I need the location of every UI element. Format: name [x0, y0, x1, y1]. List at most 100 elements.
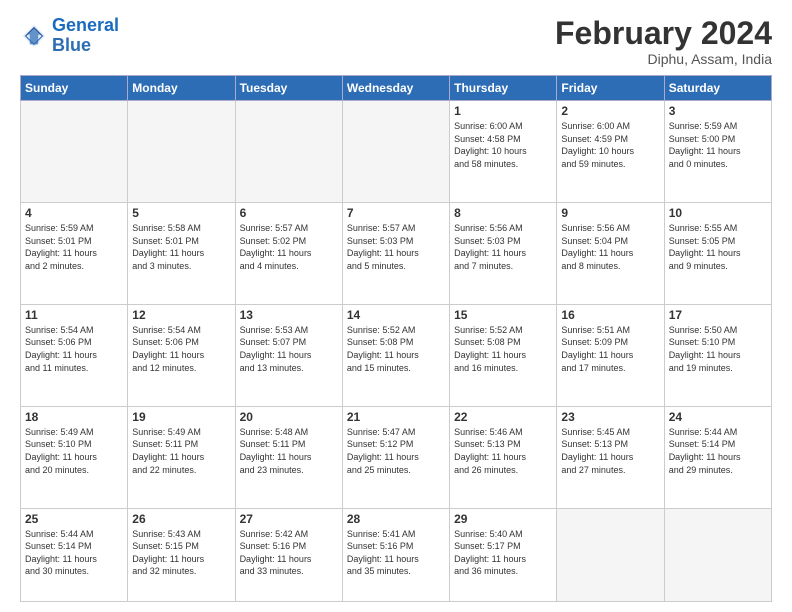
day-number: 29 [454, 512, 552, 526]
day-info: Sunrise: 5:56 AM Sunset: 5:03 PM Dayligh… [454, 222, 552, 272]
calendar-cell [235, 101, 342, 203]
calendar-cell: 18 Sunrise: 5:49 AM Sunset: 5:10 PM Dayli… [21, 406, 128, 508]
day-info: Sunrise: 5:54 AM Sunset: 5:06 PM Dayligh… [25, 324, 123, 374]
day-number: 10 [669, 206, 767, 220]
header: General Blue February 2024 Diphu, Assam,… [20, 16, 772, 67]
calendar-cell: 12 Sunrise: 5:54 AM Sunset: 5:06 PM Dayli… [128, 304, 235, 406]
day-info: Sunrise: 5:42 AM Sunset: 5:16 PM Dayligh… [240, 528, 338, 578]
day-info: Sunrise: 6:00 AM Sunset: 4:59 PM Dayligh… [561, 120, 659, 170]
calendar-cell [342, 101, 449, 203]
day-number: 20 [240, 410, 338, 424]
day-info: Sunrise: 5:50 AM Sunset: 5:10 PM Dayligh… [669, 324, 767, 374]
calendar-header-tuesday: Tuesday [235, 76, 342, 101]
day-number: 7 [347, 206, 445, 220]
calendar-header-row: SundayMondayTuesdayWednesdayThursdayFrid… [21, 76, 772, 101]
calendar-cell: 23 Sunrise: 5:45 AM Sunset: 5:13 PM Dayli… [557, 406, 664, 508]
day-number: 28 [347, 512, 445, 526]
calendar-cell: 21 Sunrise: 5:47 AM Sunset: 5:12 PM Dayli… [342, 406, 449, 508]
calendar-cell: 25 Sunrise: 5:44 AM Sunset: 5:14 PM Dayli… [21, 508, 128, 601]
day-number: 25 [25, 512, 123, 526]
day-info: Sunrise: 5:52 AM Sunset: 5:08 PM Dayligh… [454, 324, 552, 374]
logo: General Blue [20, 16, 119, 56]
logo-icon [20, 22, 48, 50]
calendar-cell: 16 Sunrise: 5:51 AM Sunset: 5:09 PM Dayli… [557, 304, 664, 406]
day-info: Sunrise: 5:48 AM Sunset: 5:11 PM Dayligh… [240, 426, 338, 476]
day-info: Sunrise: 5:40 AM Sunset: 5:17 PM Dayligh… [454, 528, 552, 578]
day-info: Sunrise: 5:57 AM Sunset: 5:03 PM Dayligh… [347, 222, 445, 272]
calendar: SundayMondayTuesdayWednesdayThursdayFrid… [20, 75, 772, 602]
calendar-cell: 5 Sunrise: 5:58 AM Sunset: 5:01 PM Daylig… [128, 203, 235, 305]
calendar-header-wednesday: Wednesday [342, 76, 449, 101]
calendar-cell: 6 Sunrise: 5:57 AM Sunset: 5:02 PM Daylig… [235, 203, 342, 305]
calendar-cell [21, 101, 128, 203]
calendar-cell: 8 Sunrise: 5:56 AM Sunset: 5:03 PM Daylig… [450, 203, 557, 305]
day-number: 8 [454, 206, 552, 220]
calendar-cell: 15 Sunrise: 5:52 AM Sunset: 5:08 PM Dayli… [450, 304, 557, 406]
calendar-cell: 28 Sunrise: 5:41 AM Sunset: 5:16 PM Dayli… [342, 508, 449, 601]
day-number: 2 [561, 104, 659, 118]
calendar-cell: 26 Sunrise: 5:43 AM Sunset: 5:15 PM Dayli… [128, 508, 235, 601]
day-info: Sunrise: 5:57 AM Sunset: 5:02 PM Dayligh… [240, 222, 338, 272]
day-number: 17 [669, 308, 767, 322]
day-number: 9 [561, 206, 659, 220]
day-info: Sunrise: 5:44 AM Sunset: 5:14 PM Dayligh… [669, 426, 767, 476]
day-number: 27 [240, 512, 338, 526]
calendar-cell [128, 101, 235, 203]
day-number: 21 [347, 410, 445, 424]
logo-general: General [52, 15, 119, 35]
day-number: 5 [132, 206, 230, 220]
calendar-header-sunday: Sunday [21, 76, 128, 101]
calendar-header-thursday: Thursday [450, 76, 557, 101]
calendar-cell: 3 Sunrise: 5:59 AM Sunset: 5:00 PM Daylig… [664, 101, 771, 203]
day-number: 14 [347, 308, 445, 322]
day-info: Sunrise: 5:47 AM Sunset: 5:12 PM Dayligh… [347, 426, 445, 476]
calendar-cell: 20 Sunrise: 5:48 AM Sunset: 5:11 PM Dayli… [235, 406, 342, 508]
calendar-cell: 9 Sunrise: 5:56 AM Sunset: 5:04 PM Daylig… [557, 203, 664, 305]
day-number: 13 [240, 308, 338, 322]
day-info: Sunrise: 5:53 AM Sunset: 5:07 PM Dayligh… [240, 324, 338, 374]
day-info: Sunrise: 5:54 AM Sunset: 5:06 PM Dayligh… [132, 324, 230, 374]
day-number: 12 [132, 308, 230, 322]
calendar-cell: 29 Sunrise: 5:40 AM Sunset: 5:17 PM Dayli… [450, 508, 557, 601]
day-info: Sunrise: 5:56 AM Sunset: 5:04 PM Dayligh… [561, 222, 659, 272]
calendar-cell: 19 Sunrise: 5:49 AM Sunset: 5:11 PM Dayli… [128, 406, 235, 508]
day-info: Sunrise: 5:55 AM Sunset: 5:05 PM Dayligh… [669, 222, 767, 272]
calendar-cell: 11 Sunrise: 5:54 AM Sunset: 5:06 PM Dayli… [21, 304, 128, 406]
day-info: Sunrise: 5:44 AM Sunset: 5:14 PM Dayligh… [25, 528, 123, 578]
calendar-cell [557, 508, 664, 601]
calendar-cell: 10 Sunrise: 5:55 AM Sunset: 5:05 PM Dayli… [664, 203, 771, 305]
logo-blue-text: Blue [52, 35, 91, 55]
day-number: 23 [561, 410, 659, 424]
calendar-header-monday: Monday [128, 76, 235, 101]
calendar-cell: 22Sunrise: 5:46 AM Sunset: 5:13 PM Dayli… [450, 406, 557, 508]
day-number: 4 [25, 206, 123, 220]
day-info: Sunrise: 5:41 AM Sunset: 5:16 PM Dayligh… [347, 528, 445, 578]
day-info: Sunrise: 5:49 AM Sunset: 5:11 PM Dayligh… [132, 426, 230, 476]
day-info: Sunrise: 5:59 AM Sunset: 5:01 PM Dayligh… [25, 222, 123, 272]
calendar-cell: 13 Sunrise: 5:53 AM Sunset: 5:07 PM Dayli… [235, 304, 342, 406]
day-number: 22 [454, 410, 552, 424]
day-info: Sunrise: 5:52 AM Sunset: 5:08 PM Dayligh… [347, 324, 445, 374]
day-number: 15 [454, 308, 552, 322]
day-number: 18 [25, 410, 123, 424]
calendar-cell: 4 Sunrise: 5:59 AM Sunset: 5:01 PM Daylig… [21, 203, 128, 305]
day-info: Sunrise: 5:59 AM Sunset: 5:00 PM Dayligh… [669, 120, 767, 170]
day-info: Sunrise: 5:49 AM Sunset: 5:10 PM Dayligh… [25, 426, 123, 476]
day-number: 11 [25, 308, 123, 322]
calendar-cell: 2 Sunrise: 6:00 AM Sunset: 4:59 PM Daylig… [557, 101, 664, 203]
day-info: Sunrise: 5:51 AM Sunset: 5:09 PM Dayligh… [561, 324, 659, 374]
day-number: 26 [132, 512, 230, 526]
subtitle: Diphu, Assam, India [555, 51, 772, 67]
day-number: 16 [561, 308, 659, 322]
page: General Blue February 2024 Diphu, Assam,… [0, 0, 792, 612]
day-info: Sunrise: 5:45 AM Sunset: 5:13 PM Dayligh… [561, 426, 659, 476]
day-number: 3 [669, 104, 767, 118]
day-number: 19 [132, 410, 230, 424]
calendar-cell: 27 Sunrise: 5:42 AM Sunset: 5:16 PM Dayli… [235, 508, 342, 601]
calendar-header-saturday: Saturday [664, 76, 771, 101]
day-number: 24 [669, 410, 767, 424]
main-title: February 2024 [555, 16, 772, 51]
day-number: 6 [240, 206, 338, 220]
day-info: Sunrise: 5:58 AM Sunset: 5:01 PM Dayligh… [132, 222, 230, 272]
day-info: Sunrise: 5:43 AM Sunset: 5:15 PM Dayligh… [132, 528, 230, 578]
